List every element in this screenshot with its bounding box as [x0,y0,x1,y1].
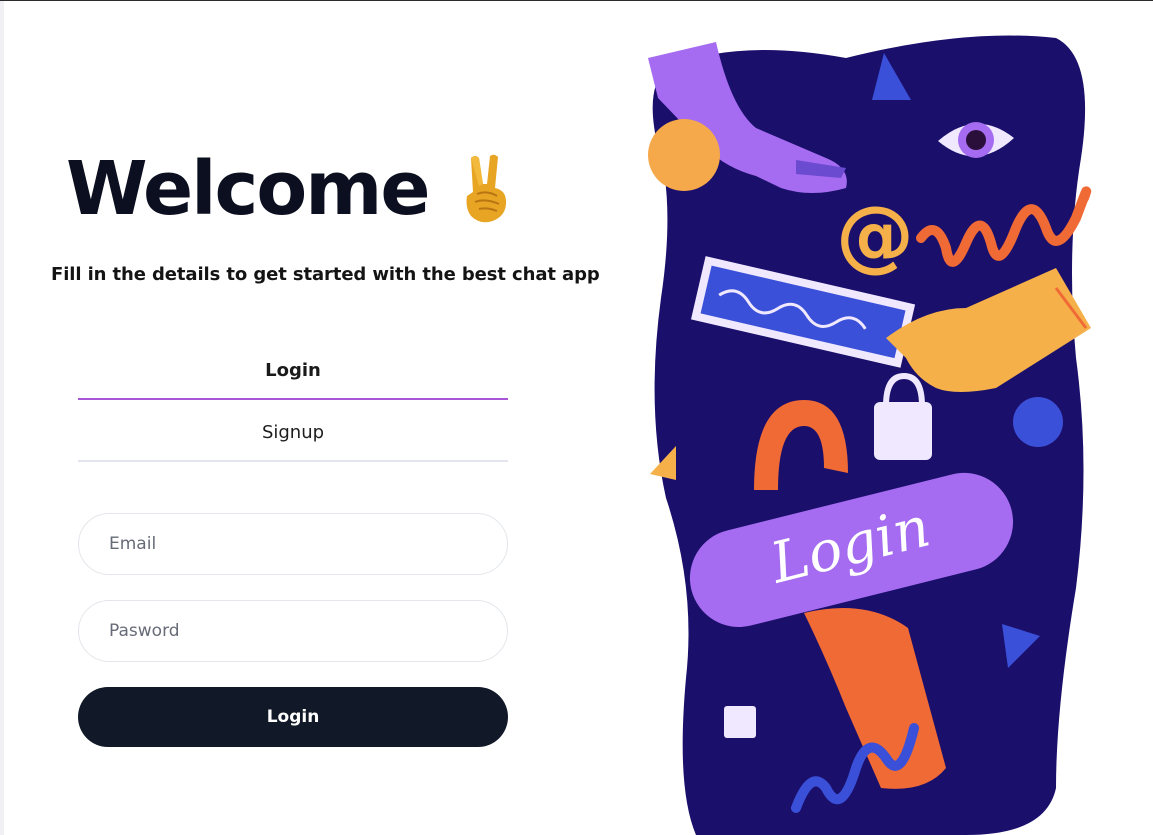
at-symbol-text: @ [836,191,914,281]
blue-ball [1013,397,1063,447]
password-field[interactable] [78,600,508,662]
login-illustration: @ Login [648,35,1092,835]
lilac-square [724,706,756,738]
login-button[interactable]: Login [78,687,508,747]
padlock-shape [874,402,932,460]
tab-login[interactable]: Login [78,342,508,400]
orange-ball [648,119,720,191]
window-top-border [0,0,1153,1]
victory-hand-icon [466,154,506,223]
window-left-edge [0,1,4,835]
email-field[interactable] [78,513,508,575]
page-subtitle: Fill in the details to get started with … [51,264,600,285]
welcome-header: Welcome [66,152,519,226]
page-title: Welcome [66,146,431,232]
tab-signup[interactable]: Signup [78,404,508,462]
